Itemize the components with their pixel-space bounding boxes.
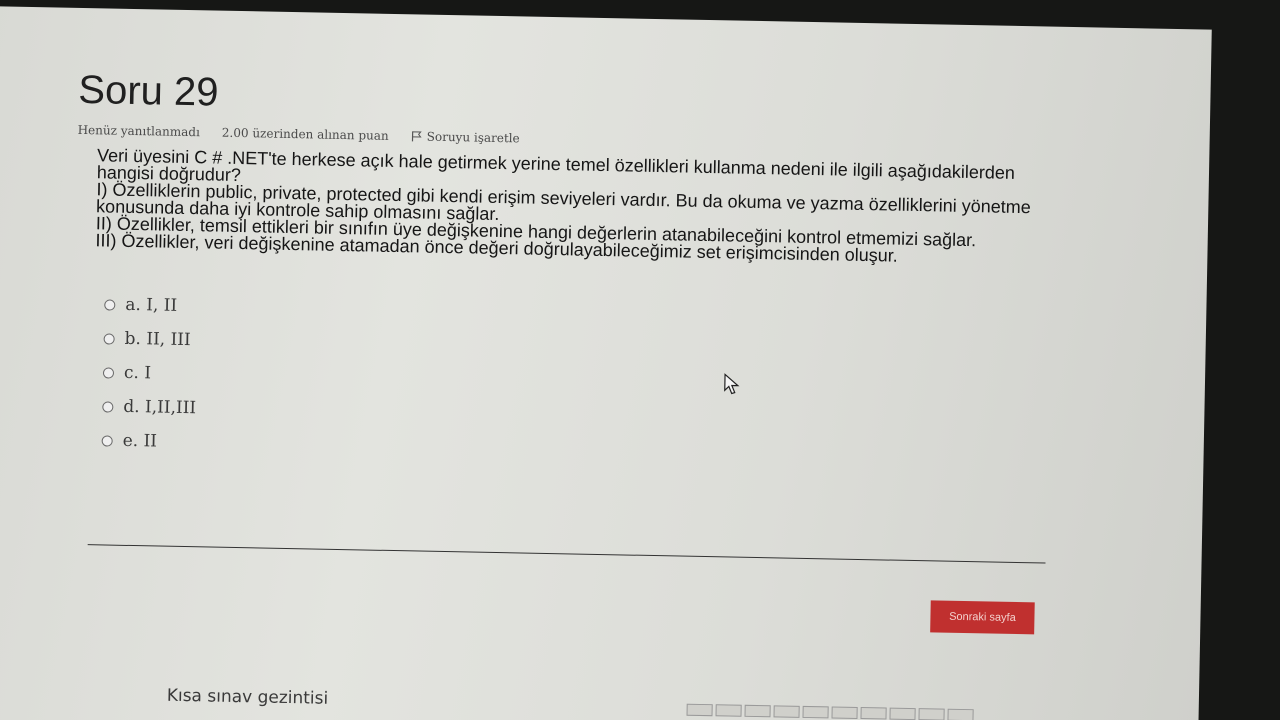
quiz-nav-block[interactable] bbox=[773, 705, 800, 718]
quiz-navigation-title: Kısa sınav gezintisi bbox=[166, 685, 329, 709]
radio-button-d[interactable] bbox=[102, 400, 114, 413]
question-title: Soru 29 bbox=[77, 67, 219, 115]
flag-question-label: Soruyu işaretle bbox=[426, 129, 520, 146]
quiz-nav-block[interactable] bbox=[947, 708, 974, 720]
quiz-nav-block[interactable] bbox=[889, 707, 916, 720]
radio-button-a[interactable] bbox=[104, 298, 116, 311]
quiz-nav-block[interactable] bbox=[831, 706, 858, 719]
quiz-nav-block[interactable] bbox=[918, 708, 945, 720]
flag-question-link[interactable]: Soruyu işaretle bbox=[411, 129, 520, 145]
flag-icon bbox=[412, 131, 422, 142]
quiz-nav-block[interactable] bbox=[744, 704, 771, 718]
answer-option-label: c. I bbox=[123, 362, 152, 384]
quiz-navigation-blocks bbox=[686, 703, 974, 720]
question-points: 2.00 üzerinden alınan puan bbox=[221, 125, 389, 143]
radio-button-b[interactable] bbox=[103, 332, 115, 345]
quiz-nav-block[interactable] bbox=[860, 707, 887, 720]
photo-edge-shadow bbox=[1210, 0, 1280, 720]
question-text: Veri üyesini C # .NET'te herkese açık ha… bbox=[95, 145, 1097, 268]
quiz-screen: Soru 29 Henüz yanıtlanmadı 2.00 üzerinde… bbox=[0, 6, 1212, 720]
question-container: Soru 29 Henüz yanıtlanmadı 2.00 üzerinde… bbox=[71, 68, 1078, 476]
quiz-nav-block[interactable] bbox=[715, 704, 742, 717]
answer-options: a. I, II b. II, III c. I d. I,II,III e. … bbox=[101, 287, 1074, 476]
radio-button-c[interactable] bbox=[102, 366, 115, 379]
next-page-button[interactable]: Sonraki sayfa bbox=[930, 600, 1035, 635]
mouse-pointer-icon bbox=[724, 373, 740, 395]
photo-stage: Soru 29 Henüz yanıtlanmadı 2.00 üzerinde… bbox=[0, 0, 1280, 720]
answer-option-label: b. II, III bbox=[124, 328, 191, 351]
answer-option-label: e. II bbox=[122, 430, 158, 452]
answer-option-label: a. I, II bbox=[125, 294, 178, 316]
radio-button-e[interactable] bbox=[101, 434, 113, 447]
quiz-nav-block[interactable] bbox=[802, 705, 829, 719]
quiz-nav-block[interactable] bbox=[686, 703, 713, 717]
section-divider bbox=[87, 544, 1046, 564]
answer-option-label: d. I,II,III bbox=[123, 396, 197, 419]
question-status: Henüz yanıtlanmadı bbox=[77, 122, 201, 140]
